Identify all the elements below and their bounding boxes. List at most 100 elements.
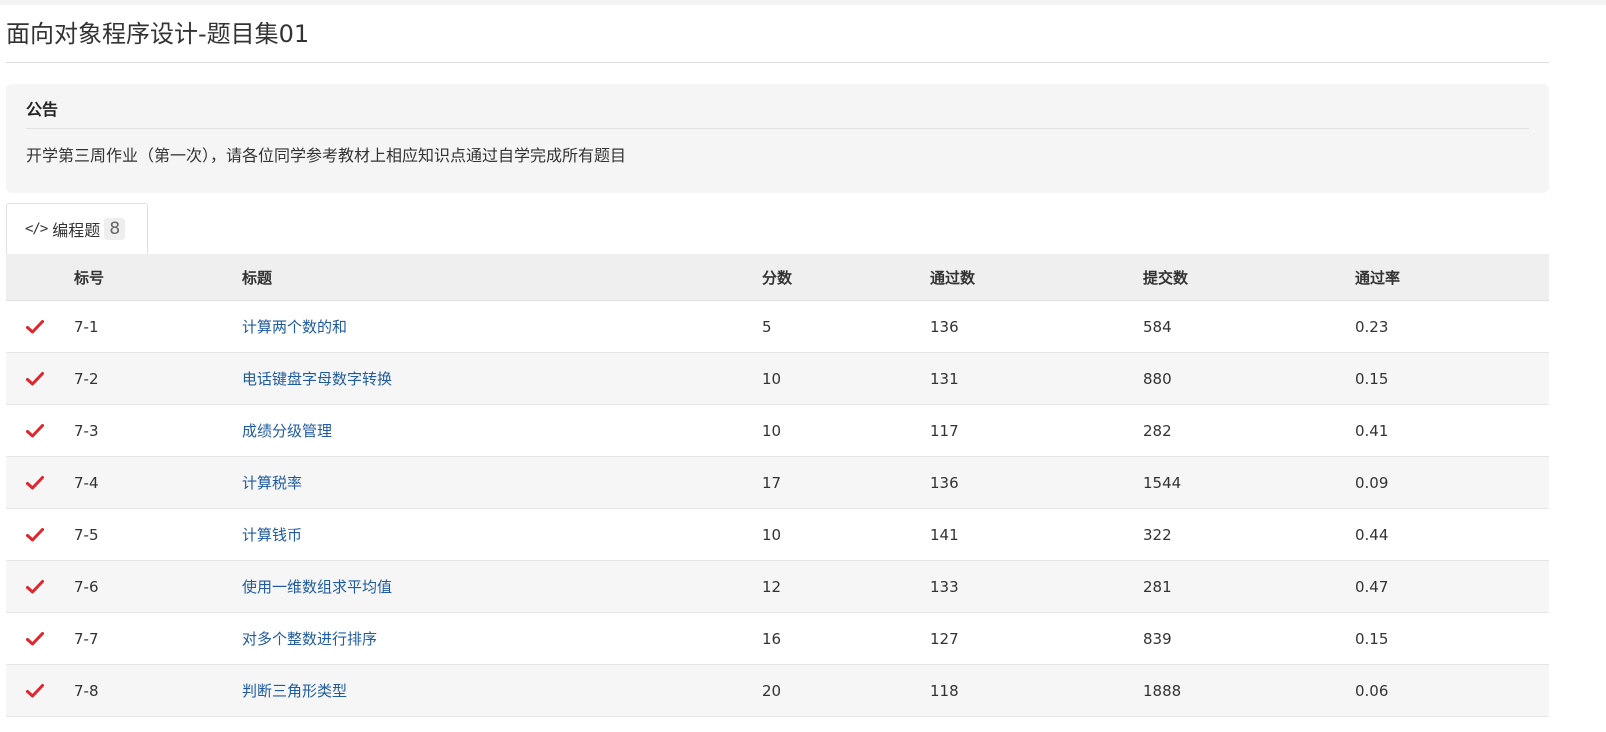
problem-score: 10 [762, 525, 782, 544]
pass-count: 118 [930, 681, 959, 700]
problem-number: 7-1 [74, 317, 99, 336]
pass-rate: 0.06 [1355, 681, 1389, 700]
problem-title-link[interactable]: 电话键盘字母数字转换 [242, 368, 392, 389]
problem-title-cell: 电话键盘字母数字转换 [242, 353, 392, 404]
table-row: 7-8 判断三角形类型 20 118 1888 0.06 [6, 665, 1549, 717]
problem-score: 20 [762, 681, 782, 700]
status-cell [26, 665, 50, 716]
pass-rate: 0.47 [1355, 577, 1389, 596]
check-icon [26, 319, 44, 333]
header-pass: 通过数 [930, 268, 976, 287]
status-cell [26, 613, 50, 664]
tab-label: 编程题 [52, 221, 101, 240]
pass-count: 131 [930, 369, 959, 388]
problem-title-link[interactable]: 判断三角形类型 [242, 680, 347, 701]
pass-count: 127 [930, 629, 959, 648]
pass-rate: 0.15 [1355, 369, 1389, 388]
table-header: 标号 标题 分数 通过数 提交数 通过率 [6, 254, 1549, 301]
table-row: 7-4 计算税率 17 136 1544 0.09 [6, 457, 1549, 509]
pass-rate: 0.41 [1355, 421, 1389, 440]
table-body: 7-1 计算两个数的和 5 136 584 0.23 7-2 电话键盘字母数字转… [6, 301, 1549, 717]
pass-count: 117 [930, 421, 959, 440]
submit-count: 839 [1143, 629, 1172, 648]
problem-table: 标号 标题 分数 通过数 提交数 通过率 7-1 计算两个数的和 5 136 5… [6, 254, 1549, 717]
tab-programming[interactable]: </> 编程题 8 [6, 203, 148, 254]
submit-count: 1544 [1143, 473, 1182, 492]
header-status [26, 254, 50, 300]
page-title: 面向对象程序设计-题目集01 [6, 20, 310, 48]
notice-text: 开学第三周作业（第一次），请各位同学参考教材上相应知识点通过自学完成所有题目 [26, 146, 627, 165]
submit-count: 281 [1143, 577, 1172, 596]
problem-score: 5 [762, 317, 772, 336]
problem-number: 7-5 [74, 525, 99, 544]
problem-number: 7-7 [74, 629, 99, 648]
check-icon [26, 683, 44, 697]
pass-count: 141 [930, 525, 959, 544]
table-row: 7-3 成绩分级管理 10 117 282 0.41 [6, 405, 1549, 457]
notice-panel [6, 84, 1549, 193]
check-icon [26, 631, 44, 645]
status-cell [26, 457, 50, 508]
pass-count: 136 [930, 473, 959, 492]
table-row: 7-7 对多个整数进行排序 16 127 839 0.15 [6, 613, 1549, 665]
problem-number: 7-2 [74, 369, 99, 388]
check-icon [26, 579, 44, 593]
status-cell [26, 405, 50, 456]
problem-title-cell: 对多个整数进行排序 [242, 613, 377, 664]
submit-count: 282 [1143, 421, 1172, 440]
submit-count: 584 [1143, 317, 1172, 336]
submit-count: 322 [1143, 525, 1172, 544]
check-icon [26, 527, 44, 541]
pass-rate: 0.44 [1355, 525, 1389, 544]
header-rate: 通过率 [1355, 268, 1401, 287]
status-cell [26, 561, 50, 612]
submit-count: 1888 [1143, 681, 1182, 700]
problem-number: 7-4 [74, 473, 99, 492]
problem-title-cell: 成绩分级管理 [242, 405, 332, 456]
check-icon [26, 423, 44, 437]
problem-title-link[interactable]: 对多个整数进行排序 [242, 628, 377, 649]
problem-title-link[interactable]: 计算税率 [242, 472, 302, 493]
problem-score: 10 [762, 421, 782, 440]
title-divider [6, 62, 1549, 63]
problem-title-link[interactable]: 使用一维数组求平均值 [242, 576, 392, 597]
problem-title-cell: 计算两个数的和 [242, 301, 347, 352]
table-row: 7-1 计算两个数的和 5 136 584 0.23 [6, 301, 1549, 353]
pass-count: 136 [930, 317, 959, 336]
problem-number: 7-6 [74, 577, 99, 596]
submit-count: 880 [1143, 369, 1172, 388]
table-row: 7-5 计算钱币 10 141 322 0.44 [6, 509, 1549, 561]
header-submit: 提交数 [1143, 268, 1189, 287]
pass-rate: 0.15 [1355, 629, 1389, 648]
problem-title-link[interactable]: 计算两个数的和 [242, 316, 347, 337]
problem-score: 17 [762, 473, 782, 492]
problem-title-cell: 使用一维数组求平均值 [242, 561, 392, 612]
table-row: 7-2 电话键盘字母数字转换 10 131 880 0.15 [6, 353, 1549, 405]
pass-count: 133 [930, 577, 959, 596]
problem-set-page: 面向对象程序设计-题目集01 公告 开学第三周作业（第一次），请各位同学参考教材… [6, 0, 1549, 732]
check-icon [26, 475, 44, 489]
header-title: 标题 [242, 268, 273, 287]
problem-title-link[interactable]: 成绩分级管理 [242, 420, 332, 441]
pass-rate: 0.09 [1355, 473, 1389, 492]
check-icon [26, 371, 44, 385]
header-score: 分数 [762, 268, 793, 287]
problem-number: 7-3 [74, 421, 99, 440]
problem-score: 16 [762, 629, 782, 648]
problem-title-cell: 判断三角形类型 [242, 665, 347, 716]
status-cell [26, 353, 50, 404]
problem-title-cell: 计算税率 [242, 457, 302, 508]
problem-number: 7-8 [74, 681, 99, 700]
notice-heading: 公告 [26, 100, 59, 119]
code-icon: </> [25, 221, 48, 237]
pass-rate: 0.23 [1355, 317, 1389, 336]
tab-strip: </> 编程题 8 [6, 203, 1549, 254]
table-row: 7-6 使用一维数组求平均值 12 133 281 0.47 [6, 561, 1549, 613]
header-num: 标号 [74, 268, 105, 287]
problem-title-cell: 计算钱币 [242, 509, 302, 560]
status-cell [26, 301, 50, 352]
problem-score: 12 [762, 577, 782, 596]
notice-divider [26, 128, 1529, 129]
problem-title-link[interactable]: 计算钱币 [242, 524, 302, 545]
tab-count-badge: 8 [104, 218, 126, 240]
